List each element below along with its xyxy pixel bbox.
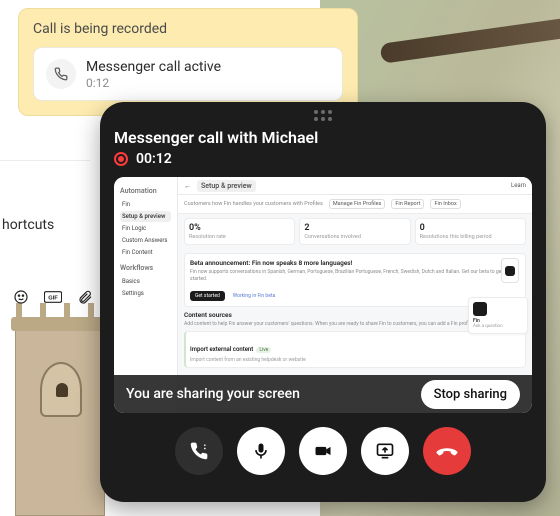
phone-icon: [46, 59, 76, 89]
drag-handle-icon[interactable]: [314, 110, 332, 121]
sharing-bar: You are sharing your screen Stop sharing: [114, 375, 532, 413]
shared-nav-item: Custom Answers: [120, 235, 171, 246]
shared-subtext: Customers how Fin handles your customers…: [184, 201, 323, 207]
shared-nav-item: Fin Logic: [120, 223, 171, 234]
stat-card: 0%Resolution rate: [184, 218, 295, 245]
dialpad-button[interactable]: [175, 427, 223, 475]
banner-link: Working in Fin beta: [233, 293, 275, 299]
right-card: FinAsk a question: [468, 297, 528, 334]
shared-nav-item: Fin: [120, 199, 171, 210]
shared-sidebar-header: Workflows: [120, 264, 171, 272]
shared-nav-item: Basics: [120, 276, 171, 287]
recording-indicator: 00:12: [114, 151, 532, 167]
shared-screen-preview: Automation Fin Setup & preview Fin Logic…: [114, 177, 532, 413]
shared-nav-item: Fin Content: [120, 247, 171, 258]
stat-card: 2Conversations involved: [299, 218, 410, 245]
svg-text:GIF: GIF: [48, 295, 58, 301]
shared-pill: Fin Inbox: [430, 199, 460, 209]
call-controls: [114, 427, 532, 475]
camera-button[interactable]: [299, 427, 347, 475]
active-call-title: Messenger call active: [86, 58, 221, 76]
stat-card: 0Resolutions this billing period: [415, 218, 526, 245]
call-window: Messenger call with Michael 00:12 Automa…: [100, 102, 546, 502]
stop-sharing-button[interactable]: Stop sharing: [421, 380, 520, 409]
active-call-duration: 0:12: [86, 76, 221, 90]
shortcuts-label[interactable]: hortcuts: [0, 217, 90, 233]
shared-pill: Manage Fin Profiles: [329, 199, 386, 209]
shared-pill: Fin Report: [391, 199, 424, 209]
active-call-row[interactable]: Messenger call active 0:12: [33, 47, 343, 101]
back-icon: ←: [184, 182, 191, 190]
call-timer: 00:12: [136, 151, 172, 167]
shared-nav-item: Settings: [120, 288, 171, 299]
shared-learn: Learn: [511, 182, 526, 189]
emoji-icon[interactable]: [12, 288, 30, 306]
gif-icon[interactable]: GIF: [44, 288, 62, 306]
share-screen-button[interactable]: [361, 427, 409, 475]
hang-up-button[interactable]: [423, 427, 471, 475]
mute-button[interactable]: [237, 427, 285, 475]
recording-notice-title: Call is being recorded: [33, 21, 343, 37]
shared-sidebar-header: Automation: [120, 187, 171, 195]
attach-icon[interactable]: [76, 288, 94, 306]
shared-tab: Setup & preview: [197, 180, 256, 192]
left-panel: hortcuts: [0, 160, 90, 233]
shared-nav-item: Setup & preview: [120, 211, 171, 222]
sharing-label: You are sharing your screen: [126, 386, 300, 402]
setup-chip: [501, 258, 519, 283]
call-title: Messenger call with Michael: [114, 128, 532, 147]
record-icon: [114, 152, 128, 166]
recording-notice: Call is being recorded Messenger call ac…: [18, 8, 358, 116]
get-started-button: Get started: [190, 291, 225, 301]
